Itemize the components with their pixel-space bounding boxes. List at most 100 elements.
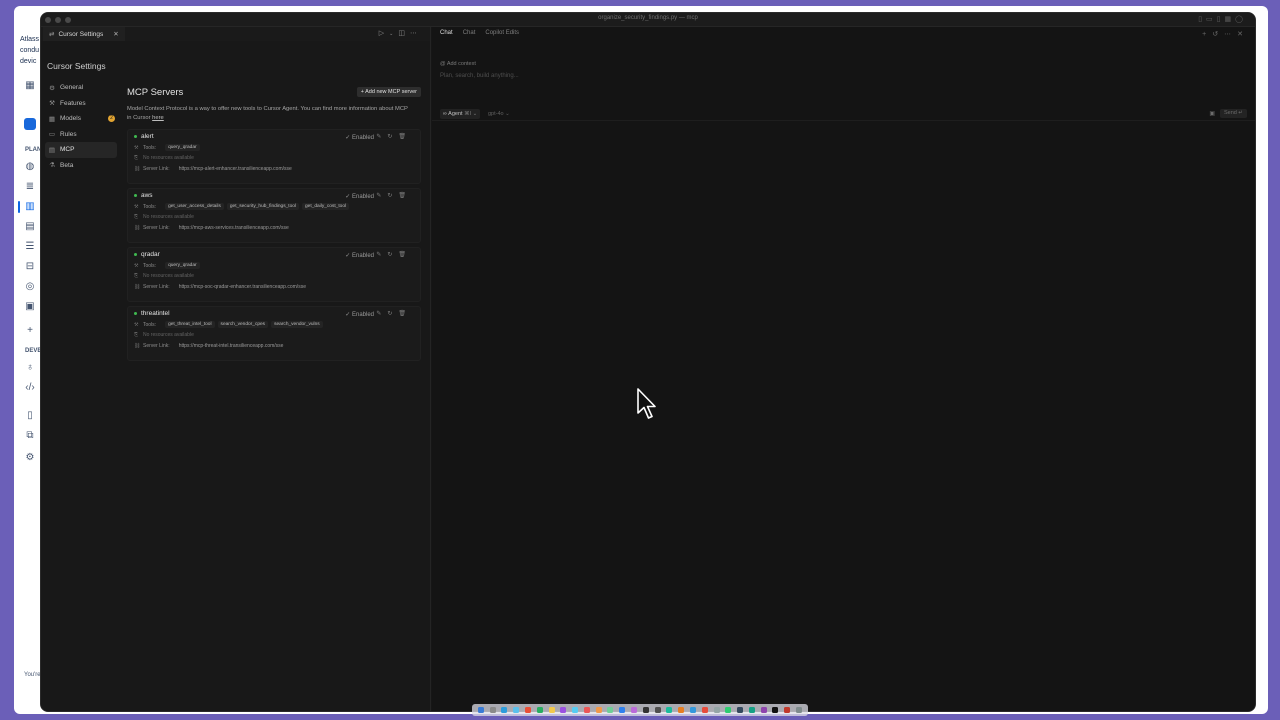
server-link-url[interactable]: https://mcp-aws-services.transilienceapp… [179,225,289,231]
shortcut-icon[interactable]: ⧉ [24,430,36,442]
tab-cursor-settings[interactable]: ⇄ Cursor Settings ✕ [43,27,125,41]
close-chat-icon[interactable]: ✕ [1237,31,1249,38]
dock-notes-icon[interactable] [548,707,555,713]
goals-icon[interactable]: ◎ [24,281,36,293]
tool-chip: get_security_hub_findings_tool [226,203,300,210]
delete-icon[interactable]: 🗑 [398,134,412,140]
lightbulb-icon[interactable]: ♁ [24,362,36,374]
enabled-status[interactable]: ✓ Enabled [345,193,374,200]
more-icon[interactable]: ⋯ [1224,31,1237,38]
nav-item-beta[interactable]: ⚗ Beta [45,158,117,174]
edit-icon[interactable]: ✎ [376,193,387,199]
delete-icon[interactable]: 🗑 [398,193,412,199]
apps-grid-icon[interactable]: ▦ [24,80,36,92]
model-selector[interactable]: gpt-4o ⌄ [488,109,510,119]
edit-icon[interactable]: ✎ [376,252,387,258]
toggle-secondary-sidebar-icon[interactable]: ▯ [1217,16,1225,23]
dock-app-icon[interactable] [654,707,661,713]
dock-app-icon[interactable] [572,707,579,713]
reports-icon[interactable]: ▣ [24,301,36,313]
history-icon[interactable]: ↺ [1212,31,1224,38]
chat-input[interactable]: Plan, search, build anything... [440,73,519,79]
delete-icon[interactable]: 🗑 [398,252,412,258]
nav-item-mcp[interactable]: ▤ MCP [45,142,117,158]
refresh-icon[interactable]: ↻ [387,252,398,258]
enabled-status[interactable]: ✓ Enabled [345,252,374,259]
more-actions-icon[interactable]: ⋯ [410,30,422,37]
code-icon[interactable]: ‹/› [24,382,36,394]
dock-app-icon[interactable] [666,707,673,713]
refresh-icon[interactable]: ↻ [387,311,398,317]
settings-icon[interactable]: ⚙ [24,452,36,464]
server-link-row: ⛓ Server Link: https://mcp-alert-enhance… [134,166,292,172]
enabled-status[interactable]: ✓ Enabled [345,311,374,318]
mcp-docs-link[interactable]: here [152,115,164,121]
dock-app-icon[interactable] [689,707,696,713]
list-icon[interactable]: ☰ [24,241,36,253]
dock-app-icon[interactable] [784,707,791,713]
nav-item-general[interactable]: ⚙ General [45,80,117,96]
dock-app-icon[interactable] [748,707,755,713]
nav-item-models[interactable]: ▦ Models 2 [45,111,117,127]
toggle-panel-icon[interactable]: ▭ [1206,16,1217,23]
send-button[interactable]: Send ↵ [1220,109,1247,118]
tab-chat[interactable]: Chat [463,30,476,36]
dock-app-icon[interactable] [631,707,638,713]
dock-mail-icon[interactable] [513,707,520,713]
close-tab-icon[interactable]: ✕ [113,30,118,38]
add-view-icon[interactable]: + [24,325,36,337]
server-link-url[interactable]: https://mcp-alert-enhancer.transiliencea… [179,166,292,172]
dock-app-icon[interactable] [595,707,602,713]
account-icon[interactable]: ◯ [1235,16,1247,23]
toggle-sidebar-icon[interactable]: ▯ [1198,16,1206,23]
add-context-button[interactable]: @ Add context [440,61,476,67]
run-icon[interactable]: ▷ [379,30,389,37]
dock-messages-icon[interactable] [536,707,543,713]
dock-app-icon[interactable] [619,707,626,713]
dock-finder-icon[interactable] [477,707,484,713]
dock-app-icon[interactable] [725,707,732,713]
edit-icon[interactable]: ✎ [376,134,387,140]
board-icon[interactable]: ▥ [24,201,36,213]
timeline-icon[interactable]: ≣ [24,181,36,193]
dock-app-icon[interactable] [607,707,614,713]
tab-copilot-edits[interactable]: Copilot Edits [485,30,519,36]
dock-terminal-icon[interactable] [642,707,649,713]
image-attach-icon[interactable]: ▣ [1209,110,1215,117]
dock-trash-icon[interactable] [795,707,802,713]
edit-icon[interactable]: ✎ [376,311,387,317]
project-logo-icon[interactable] [24,118,36,130]
refresh-icon[interactable]: ↻ [387,134,398,140]
nav-item-rules[interactable]: ▭ Rules [45,127,117,143]
agent-mode-selector[interactable]: ∞ Agent ⌘I ⌄ [440,109,481,119]
dock-app-icon[interactable] [560,707,567,713]
customize-layout-icon[interactable]: ▦ [1225,16,1236,23]
new-chat-icon[interactable]: + [1202,31,1212,38]
nav-item-features[interactable]: ⚒ Features [45,96,117,112]
refresh-icon[interactable]: ↻ [387,193,398,199]
server-link-url[interactable]: https://mcp-soc-qradar-enhancer.transili… [179,284,306,290]
add-mcp-server-button[interactable]: + Add new MCP server [356,87,421,97]
enabled-status[interactable]: ✓ Enabled [345,134,374,141]
split-editor-icon[interactable]: ◫ [398,30,410,37]
delete-icon[interactable]: 🗑 [398,311,412,317]
dock-chrome-icon[interactable] [525,707,532,713]
tools-row: ⚒ Tools: query_qradar [134,144,200,151]
dock-launchpad-icon[interactable] [489,707,496,713]
dock-app-icon[interactable] [701,707,708,713]
tab-chat-active[interactable]: Chat [440,30,453,36]
dock-app-icon[interactable] [737,707,744,713]
dock-cursor-icon[interactable] [772,707,779,713]
dock-app-icon[interactable] [678,707,685,713]
run-dropdown-icon[interactable]: ⌄ [389,31,398,37]
server-link-url[interactable]: https://mcp-threat-intel.transilienceapp… [179,343,284,349]
dock-safari-icon[interactable] [501,707,508,713]
dock-app-icon[interactable] [713,707,720,713]
dock-app-icon[interactable] [583,707,590,713]
calendar-icon[interactable]: ▤ [24,221,36,233]
globe-icon[interactable]: ◍ [24,161,36,173]
planning-section-label: PLAN [25,147,42,153]
forms-icon[interactable]: ⊟ [24,261,36,273]
pages-icon[interactable]: ▯ [24,410,36,422]
dock-app-icon[interactable] [760,707,767,713]
